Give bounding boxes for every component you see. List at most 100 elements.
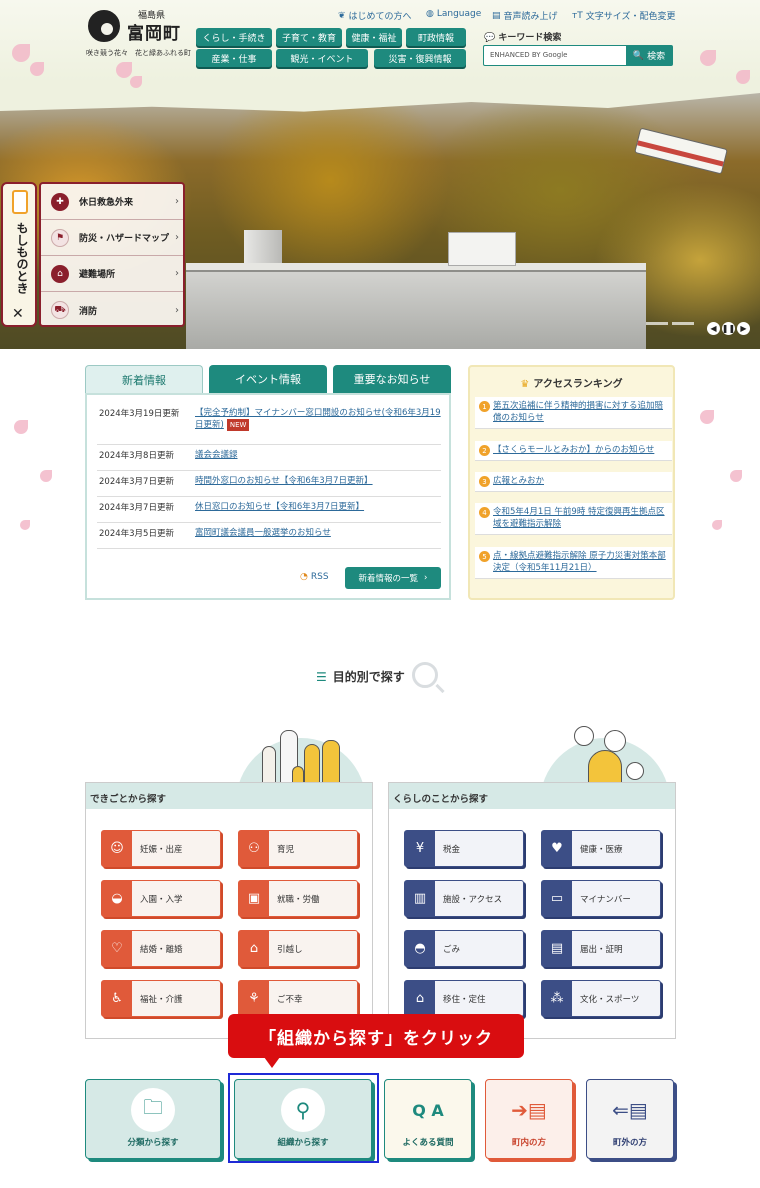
nav-town-info[interactable]: 町政情報: [406, 28, 466, 46]
rank-number: 2: [479, 445, 490, 456]
life-bereavement-button[interactable]: ⚘ ご不幸: [238, 980, 358, 1017]
nav-health[interactable]: 健康・福祉: [346, 28, 402, 46]
logo-tagline: 咲き競う花々 花と緑あふれる町: [86, 49, 191, 57]
magnifier-decoration-icon: [412, 662, 438, 688]
faq-button[interactable]: Q A よくある質問: [384, 1079, 472, 1159]
non-residents-button[interactable]: ⇐▤ 町外の方: [586, 1079, 674, 1159]
map-pin-icon: ⚑: [51, 228, 69, 247]
life-moving-button[interactable]: ⌂ 引越し: [238, 930, 358, 967]
instruction-callout: 「組織から探す」をクリック: [228, 1014, 524, 1068]
phone-alert-icon: [12, 190, 28, 214]
news-section: 新着情報 イベント情報 重要なお知らせ 2024年3月19日更新 【完全予約制】…: [85, 365, 451, 600]
emergency-item-fire[interactable]: ⛟ 消防 ›: [41, 292, 183, 328]
util-read-aloud[interactable]: ▤ 音声読み上げ: [492, 9, 558, 23]
garbage-bag-icon: ◓: [405, 931, 435, 966]
category-search-button[interactable]: 🗀 分類から探す: [85, 1079, 221, 1159]
arrow-out-icon: ⇐▤: [612, 1098, 648, 1122]
logo-town-name: 富岡町: [127, 24, 181, 44]
life-welfare-button[interactable]: ♿ 福祉・介護: [101, 980, 221, 1017]
living-migration-button[interactable]: ⌂ 移住・定住: [404, 980, 524, 1017]
slide-pause-icon[interactable]: ❚❚: [722, 322, 735, 335]
news-item: 2024年3月5日更新 富岡町議会議員一般選挙のお知らせ: [97, 523, 441, 549]
shelter-icon: ⌂: [51, 264, 69, 283]
dam-image: [186, 270, 646, 349]
dam-house: [448, 232, 516, 266]
tab-new-info[interactable]: 新着情報: [85, 365, 203, 393]
home-heart-icon: ⌂: [405, 981, 435, 1016]
emergency-item-holiday-er[interactable]: ✚ 休日救急外来 ›: [41, 184, 183, 220]
nav-living[interactable]: くらし・手続き: [196, 28, 272, 46]
leaf-icon: ❦: [338, 10, 346, 21]
folder-search-icon: 🗀: [131, 1088, 175, 1132]
document-icon: ▤: [542, 931, 572, 966]
emergency-tab[interactable]: もしものとき ✕: [1, 182, 37, 327]
living-panel: くらしのことから探す ¥ 税金 ♥ 健康・医療 ▥ 施設・アクセス ▭ マイナンバー ◓…: [388, 782, 676, 1039]
ranking-link[interactable]: 【さくらモールとみおか】からのお知らせ: [493, 444, 669, 456]
tab-important[interactable]: 重要なお知らせ: [333, 365, 451, 393]
nav-childcare[interactable]: 子育て・教育: [276, 28, 342, 46]
click-target-highlight: [228, 1073, 379, 1163]
news-item: 2024年3月7日更新 休日窓口のお知らせ【令和6年3月7日更新】: [97, 497, 441, 523]
chevron-right-icon: ›: [175, 232, 179, 243]
ranking-link[interactable]: 第五次追補に伴う精神的損害に対する追加賠償のお知らせ: [493, 400, 669, 424]
speaker-icon: ▤: [492, 10, 501, 21]
slide-indicators[interactable]: [646, 322, 694, 325]
search-input[interactable]: ENHANCED BY Google: [490, 51, 567, 59]
ranking-link[interactable]: 令和5年4月1日 午前9時 特定復興再生拠点区域を避難指示解除: [493, 506, 669, 530]
life-events-title: できごとから探す: [86, 783, 372, 809]
life-school-button[interactable]: ◒ 入園・入学: [101, 880, 221, 917]
slide-next-icon[interactable]: ▶: [737, 322, 750, 335]
living-certificate-button[interactable]: ▤ 届出・証明: [541, 930, 661, 967]
living-facility-button[interactable]: ▥ 施設・アクセス: [404, 880, 524, 917]
nav-disaster[interactable]: 災害・復興情報: [374, 49, 466, 67]
ranking-item: 4 令和5年4月1日 午前9時 特定復興再生拠点区域を避難指示解除: [475, 503, 672, 535]
news-date: 2024年3月5日更新: [99, 529, 174, 539]
thought-bubble: [574, 726, 594, 746]
living-culture-button[interactable]: ⁂ 文化・スポーツ: [541, 980, 661, 1017]
town-emblem-icon: [88, 10, 120, 42]
news-link[interactable]: 休日窓口のお知らせ【令和6年3月7日更新】: [195, 501, 441, 513]
ranking-link[interactable]: 広報とみおか: [493, 475, 669, 487]
util-first-time[interactable]: ❦ はじめての方へ: [338, 9, 412, 23]
util-language[interactable]: ◍ Language: [426, 9, 481, 19]
living-garbage-button[interactable]: ◓ ごみ: [404, 930, 524, 967]
news-link[interactable]: 議会会議録: [195, 449, 441, 461]
slide-prev-icon[interactable]: ◀: [707, 322, 720, 335]
id-card-icon: ▭: [542, 881, 572, 916]
ranking-link[interactable]: 点・線拠点避難指示解除 原子力災害対策本部決定（令和5年11月21日）: [493, 550, 669, 574]
news-link[interactable]: 時間外窓口のお知らせ【令和6年3月7日更新】: [195, 475, 441, 487]
close-icon[interactable]: ✕: [12, 306, 24, 322]
util-text-size[interactable]: ᴛT 文字サイズ・配色変更: [572, 9, 675, 23]
ranking-item: 3 広報とみおか: [475, 472, 672, 492]
life-childcare-button[interactable]: ⚇ 育児: [238, 830, 358, 867]
new-badge: NEW: [226, 419, 250, 431]
emergency-menu: ✚ 休日救急外来 › ⚑ 防災・ハザードマップ › ⌂ 避難場所 › ⛟ 消防 ›: [39, 182, 185, 327]
life-marriage-button[interactable]: ♡ 結婚・離婚: [101, 930, 221, 967]
site-logo[interactable]: 福島県 富岡町 咲き競う花々 花と緑あふれる町: [86, 6, 191, 57]
news-link[interactable]: 【完全予約制】マイナンバー窓口開設のお知らせ(令和6年3月19日更新) NEW: [195, 407, 441, 431]
medical-icon: ✚: [51, 192, 69, 211]
nav-tourism[interactable]: 観光・イベント: [276, 49, 368, 67]
news-link[interactable]: 富岡町議会議員一般選挙のお知らせ: [195, 527, 441, 539]
living-title: くらしのことから探す: [389, 783, 675, 809]
nav-industry[interactable]: 産業・仕事: [196, 49, 272, 67]
emergency-item-hazard-map[interactable]: ⚑ 防災・ハザードマップ ›: [41, 220, 183, 256]
dam-crest: [186, 263, 646, 272]
search-button[interactable]: 🔍 検索: [626, 46, 672, 65]
life-events-panel: できごとから探す ☺ 妊娠・出産 ⚇ 育児 ◒ 入園・入学 ▣ 就職・労働 ♡ 結婚・離婚…: [85, 782, 373, 1039]
fire-truck-icon: ⛟: [51, 301, 69, 319]
living-mynumber-button[interactable]: ▭ マイナンバー: [541, 880, 661, 917]
living-tax-button[interactable]: ¥ 税金: [404, 830, 524, 867]
pregnancy-icon: ☺: [102, 831, 132, 866]
news-date: 2024年3月7日更新: [99, 503, 174, 513]
life-job-button[interactable]: ▣ 就職・労働: [238, 880, 358, 917]
news-list: 2024年3月19日更新 【完全予約制】マイナンバー窓口開設のお知らせ(令和6年…: [85, 393, 451, 600]
life-pregnancy-button[interactable]: ☺ 妊娠・出産: [101, 830, 221, 867]
news-more-button[interactable]: 新着情報の一覧 ›: [345, 567, 441, 589]
residents-button[interactable]: ➔▤ 町内の方: [485, 1079, 573, 1159]
tab-events[interactable]: イベント情報: [209, 365, 327, 393]
living-health-button[interactable]: ♥ 健康・医療: [541, 830, 661, 867]
emergency-item-shelter[interactable]: ⌂ 避難場所 ›: [41, 256, 183, 292]
ranking-title: ♛ アクセスランキング: [520, 379, 623, 390]
rss-link[interactable]: ◔ RSS: [300, 572, 329, 582]
